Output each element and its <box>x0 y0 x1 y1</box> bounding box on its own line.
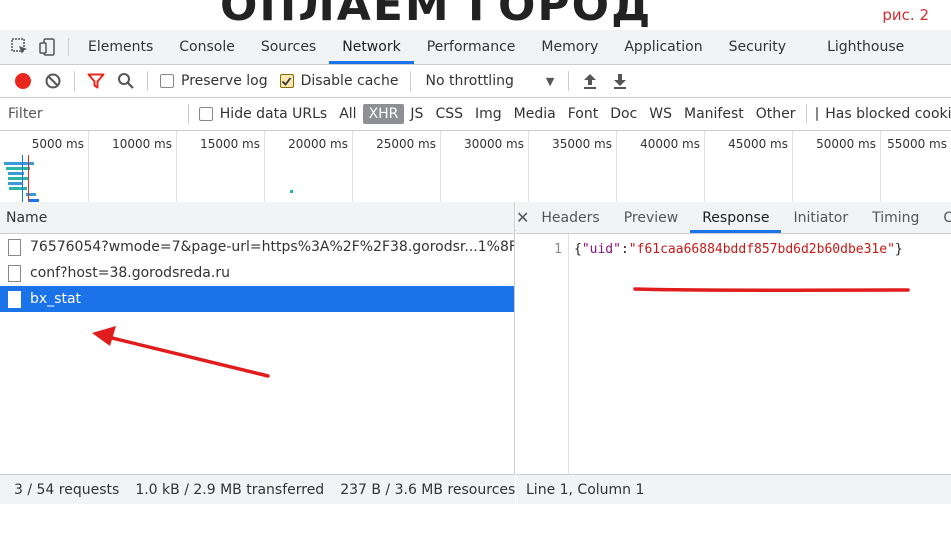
name-column-header[interactable]: Name <box>0 202 514 234</box>
waterfall-bar <box>8 182 22 185</box>
tab-memory[interactable]: Memory <box>528 30 611 64</box>
record-button[interactable] <box>8 65 38 98</box>
filter-type-doc[interactable]: Doc <box>604 104 643 124</box>
line-gutter: 1 <box>516 234 569 474</box>
detail-tabbar: ✕ Headers Preview Response Initiator Tim… <box>516 202 951 234</box>
waterfall-dot <box>290 190 293 193</box>
filter-type-other[interactable]: Other <box>750 104 802 124</box>
tab-response[interactable]: Response <box>690 202 782 233</box>
tab-lighthouse[interactable]: Lighthouse <box>799 30 917 64</box>
disable-cache-checkbox[interactable]: Disable cache <box>274 73 405 89</box>
response-viewer[interactable]: 1 {"uid":"f61caa66884bddf857bd6d2b60dbe3… <box>516 234 951 474</box>
checkmark-icon <box>281 76 292 86</box>
preserve-log-checkbox[interactable]: Preserve log <box>154 73 274 89</box>
network-main: Name 76576054?wmode=7&page-url=https%3A%… <box>0 202 951 504</box>
network-status-bar: 3 / 54 requests 1.0 kB / 2.9 MB transfer… <box>0 474 515 504</box>
has-blocked-cookies-box[interactable] <box>816 107 819 121</box>
tab-security[interactable]: Security <box>716 30 800 64</box>
background-page-title: ОПЛАЕМ ГОРОД <box>220 0 653 31</box>
export-har-button[interactable] <box>605 65 635 98</box>
close-icon: ✕ <box>516 208 530 227</box>
clear-button[interactable] <box>38 65 68 98</box>
resources-size: 237 B / 3.6 MB resources <box>340 481 515 498</box>
tab-console[interactable]: Console <box>166 30 248 64</box>
transferred-size: 1.0 kB / 2.9 MB transferred <box>135 481 325 498</box>
dropdown-caret-icon: ▼ <box>545 74 555 88</box>
waterfall-bar <box>9 187 27 190</box>
tab-preview[interactable]: Preview <box>612 202 691 233</box>
disable-cache-box[interactable] <box>279 74 294 88</box>
filter-type-font[interactable]: Font <box>562 104 604 124</box>
throttling-select[interactable]: No throttling ▼ <box>417 73 562 89</box>
document-icon <box>8 264 21 282</box>
tab-timing[interactable]: Timing <box>860 202 931 233</box>
close-detail-button[interactable]: ✕ <box>516 202 529 233</box>
filter-type-all[interactable]: All <box>333 104 362 124</box>
document-icon <box>8 238 21 256</box>
filter-type-js[interactable]: JS <box>404 104 429 124</box>
hide-data-urls-checkbox[interactable]: Hide data URLs <box>193 106 333 122</box>
devtools-tabbar: Elements Console Sources Network Perform… <box>0 30 951 65</box>
request-row[interactable]: 76576054?wmode=7&page-url=https%3A%2F%2F… <box>0 234 514 260</box>
filter-type-img[interactable]: Img <box>469 104 508 124</box>
tab-headers[interactable]: Headers <box>529 202 611 233</box>
line-number: 1 <box>554 242 562 257</box>
record-icon <box>15 73 31 89</box>
preserve-log-box[interactable] <box>160 74 174 88</box>
filter-bar: Hide data URLs All XHR JS CSS Img Media … <box>0 98 951 131</box>
figure-label: рис. 2 <box>882 6 929 24</box>
download-icon <box>614 74 627 89</box>
filter-type-css[interactable]: CSS <box>429 104 469 124</box>
search-button[interactable] <box>111 65 141 98</box>
requests-count: 3 / 54 requests <box>14 481 120 498</box>
network-toolbar: Preserve log Disable cache No throttling… <box>0 65 951 98</box>
hide-data-urls-box[interactable] <box>198 107 213 121</box>
filter-type-manifest[interactable]: Manifest <box>678 104 750 124</box>
filter-input[interactable] <box>4 103 182 125</box>
filter-type-xhr[interactable]: XHR <box>362 104 405 124</box>
request-list: Name 76576054?wmode=7&page-url=https%3A%… <box>0 202 515 504</box>
inspect-element-icon[interactable] <box>6 30 34 64</box>
json-value-uid: "f61caa66884bddf857bd6d2b60dbe31e" <box>628 242 895 257</box>
request-detail: ✕ Headers Preview Response Initiator Tim… <box>516 202 951 504</box>
funnel-icon <box>87 73 105 89</box>
tab-network[interactable]: Network <box>329 30 414 64</box>
has-blocked-cookies-checkbox[interactable]: Has blocked cookies <box>810 106 951 122</box>
filter-type-ws[interactable]: WS <box>643 104 678 124</box>
filter-type-media[interactable]: Media <box>508 104 562 124</box>
response-line: {"uid":"f61caa66884bddf857bd6d2b60dbe31e… <box>574 242 903 257</box>
device-toolbar-icon[interactable] <box>34 30 62 64</box>
search-icon <box>118 73 134 89</box>
clear-icon <box>45 73 61 89</box>
tab-performance[interactable]: Performance <box>414 30 529 64</box>
import-har-button[interactable] <box>575 65 605 98</box>
waterfall-bar <box>4 162 34 165</box>
tab-application[interactable]: Application <box>611 30 715 64</box>
filter-toggle-button[interactable] <box>81 65 111 98</box>
tab-sources[interactable]: Sources <box>248 30 329 64</box>
tab-elements[interactable]: Elements <box>75 30 166 64</box>
cursor-position-status: Line 1, Column 1 <box>516 474 951 504</box>
request-row[interactable]: conf?host=38.gorodsreda.ru <box>0 260 514 286</box>
upload-icon <box>584 74 597 89</box>
tab-initiator[interactable]: Initiator <box>781 202 860 233</box>
request-row-selected[interactable]: bx_stat <box>0 286 514 312</box>
document-icon <box>8 290 21 308</box>
waterfall-bar <box>6 167 30 170</box>
tab-cookies[interactable]: Cookies <box>931 202 951 233</box>
waterfall-bar <box>8 177 28 180</box>
json-key: "uid" <box>581 242 621 257</box>
